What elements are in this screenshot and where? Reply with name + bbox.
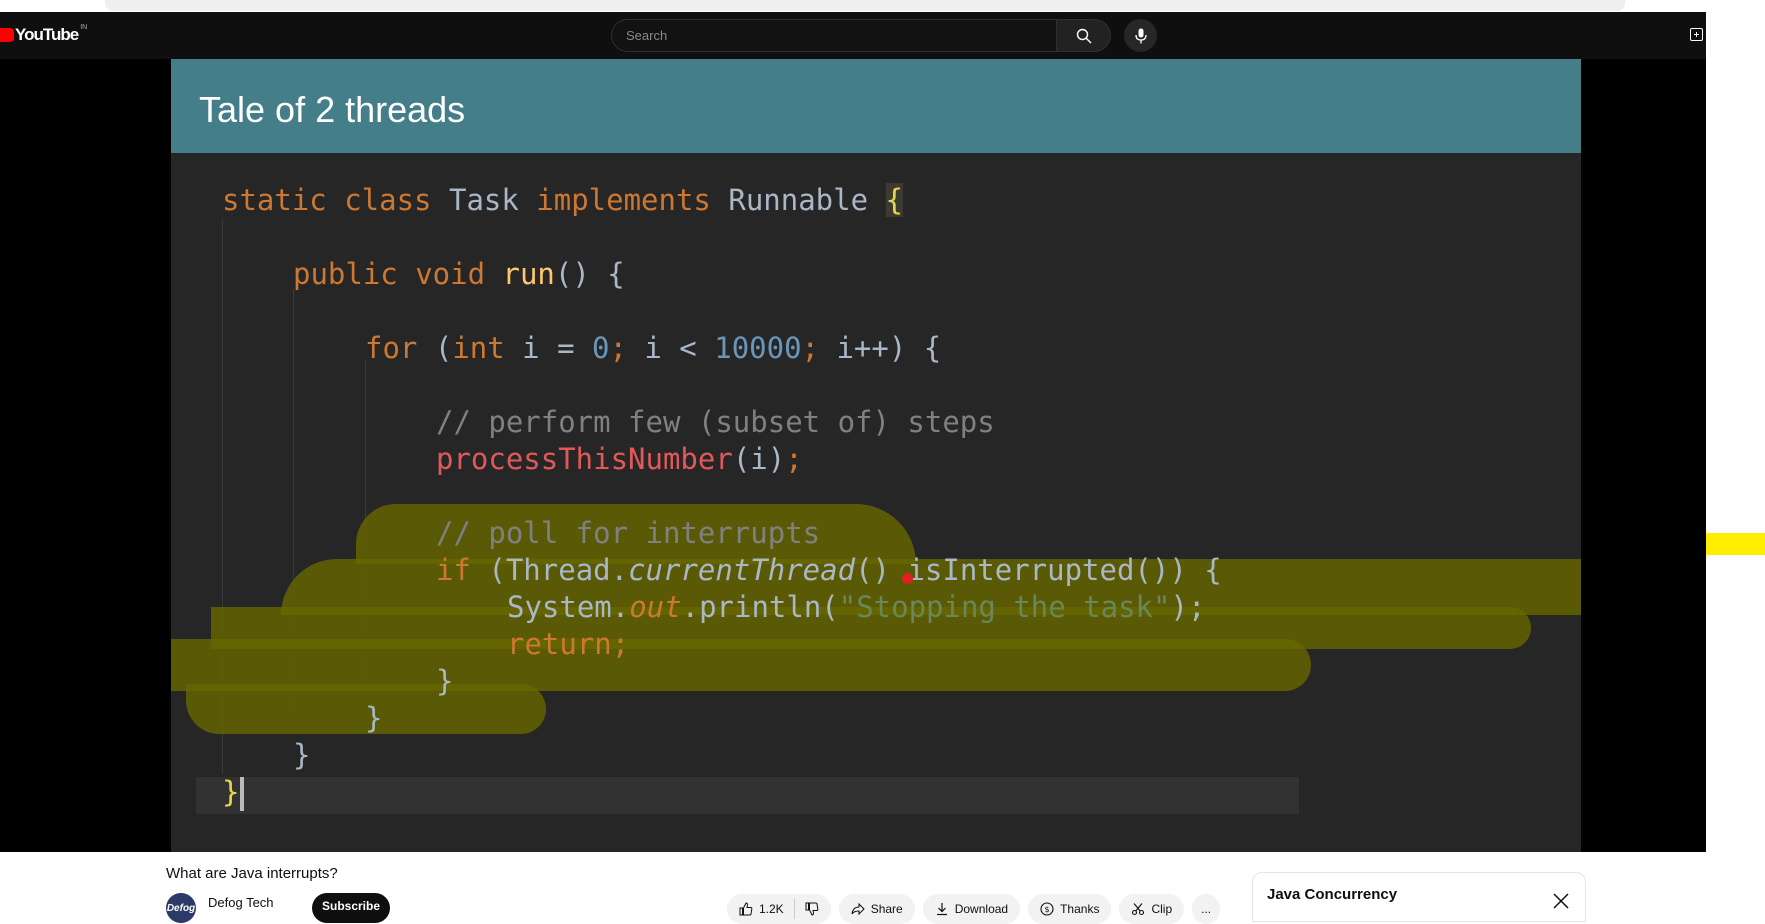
- code-token: (: [434, 331, 453, 365]
- code-line: static class Task implements Runnable {: [222, 183, 903, 217]
- playlist-title[interactable]: Java Concurrency: [1267, 886, 1397, 903]
- code-token: currentThread: [628, 553, 856, 587]
- cursor-dot: [902, 573, 913, 584]
- logo-text: YouTube: [15, 25, 79, 44]
- code-token: 10000: [714, 331, 802, 365]
- code-token: static class: [222, 183, 449, 217]
- code-line: processThisNumber(i);: [436, 442, 803, 476]
- code-token: for: [365, 331, 435, 365]
- more-label: ...: [1201, 902, 1212, 916]
- code-token: }: [365, 701, 383, 735]
- share-label: Share: [870, 902, 903, 916]
- channel-name[interactable]: Defog Tech: [208, 895, 274, 910]
- code-token: }: [436, 664, 454, 698]
- code-line: }: [436, 664, 453, 698]
- playlist-panel: Java Concurrency: [1252, 872, 1586, 922]
- share-button[interactable]: Share: [838, 894, 915, 924]
- code-line: return;: [507, 627, 629, 661]
- divider: [793, 899, 795, 919]
- microphone-icon: [1134, 28, 1147, 43]
- code-token: if: [436, 553, 489, 587]
- search-icon: [1076, 28, 1091, 43]
- search-input[interactable]: [612, 20, 1040, 51]
- clip-label: Clip: [1151, 902, 1173, 916]
- code-line: }: [222, 775, 239, 809]
- code-line: }: [293, 738, 310, 772]
- download-button[interactable]: Download: [922, 894, 1021, 924]
- code-token: implements: [536, 183, 729, 217]
- yellow-marker: [1706, 533, 1765, 555]
- code-token: }: [222, 775, 240, 809]
- code-token: ;: [785, 442, 803, 476]
- scissors-icon: [1132, 903, 1145, 916]
- video-player[interactable]: Tale of 2 threads static class Task impl…: [171, 59, 1581, 852]
- code-line: public void run() {: [293, 257, 625, 291]
- code-comment: // poll for interrupts: [436, 516, 821, 550]
- clip-button[interactable]: Clip: [1119, 894, 1185, 924]
- code-line: }: [365, 701, 382, 735]
- thanks-button[interactable]: $ Thanks: [1028, 894, 1112, 924]
- code-token: () {: [554, 257, 625, 291]
- code-line: for (int i = 0; i < 10000; i++) {: [365, 331, 941, 365]
- code-line: // perform few (subset of) steps: [436, 405, 995, 439]
- current-line-highlight: [196, 777, 1299, 814]
- youtube-play-icon: [0, 28, 14, 42]
- code-line: System.out.println("Stopping the task");: [507, 590, 1205, 624]
- code-token: public void: [293, 257, 503, 291]
- code-token: .println(: [681, 590, 839, 624]
- code-line: if (Thread.currentThread() isInterrupted…: [436, 553, 1222, 587]
- like-dislike-pill[interactable]: 1.2K: [727, 894, 831, 924]
- code-token: {: [885, 183, 903, 217]
- code-token: out: [629, 590, 682, 624]
- code-token: i <: [644, 331, 715, 365]
- code-token: (Thread.: [488, 553, 629, 587]
- code-token: System.: [507, 590, 630, 624]
- youtube-logo[interactable]: YouTube IN: [0, 24, 87, 46]
- code-token: int: [452, 331, 523, 365]
- code-token: return: [507, 627, 612, 661]
- code-token: }: [293, 738, 311, 772]
- search-box[interactable]: [611, 19, 1057, 52]
- code-token: Runnable: [728, 183, 886, 217]
- thumbs-up-icon: [739, 902, 753, 916]
- code-token: Task: [448, 183, 537, 217]
- more-actions-button[interactable]: ...: [1192, 894, 1221, 924]
- code-token: ;: [801, 331, 837, 365]
- logo-country-code: IN: [80, 24, 88, 31]
- search-button[interactable]: [1057, 19, 1111, 52]
- slide-title-bar: Tale of 2 threads: [171, 59, 1581, 153]
- browser-top-strip: [105, 0, 1625, 11]
- code-token: i++) {: [836, 331, 942, 365]
- download-label: Download: [954, 902, 1009, 916]
- code-token: (i): [732, 442, 786, 476]
- close-icon[interactable]: [1553, 893, 1569, 909]
- code-token: 0: [592, 331, 610, 365]
- code-token: ;: [609, 331, 645, 365]
- voice-search-button[interactable]: [1124, 19, 1157, 52]
- code-token: "Stopping the task": [838, 590, 1171, 624]
- code-comment: // perform few (subset of) steps: [436, 405, 995, 439]
- download-icon: [936, 903, 947, 916]
- video-actions: 1.2K Share Download $ Thanks Clip ...: [727, 894, 1221, 924]
- code-token: i =: [522, 331, 592, 365]
- svg-text:$: $: [1045, 905, 1050, 914]
- code-line: // poll for interrupts: [436, 516, 820, 550]
- code-token: ;: [611, 627, 630, 661]
- like-count: 1.2K: [759, 902, 784, 916]
- thanks-label: Thanks: [1060, 902, 1100, 916]
- text-cursor: [240, 777, 244, 811]
- thanks-icon: $: [1040, 902, 1054, 916]
- video-title: What are Java interrupts?: [166, 865, 338, 882]
- code-token: run: [502, 257, 555, 291]
- code-token: );: [1170, 590, 1206, 624]
- share-icon: [851, 902, 865, 916]
- thumbs-down-icon[interactable]: [805, 902, 819, 916]
- subscribe-button[interactable]: Subscribe: [312, 893, 390, 923]
- code-token: processThisNumber: [436, 442, 733, 476]
- slide-title: Tale of 2 threads: [199, 89, 466, 130]
- create-icon[interactable]: [1690, 28, 1703, 41]
- channel-avatar[interactable]: Defog: [166, 893, 196, 923]
